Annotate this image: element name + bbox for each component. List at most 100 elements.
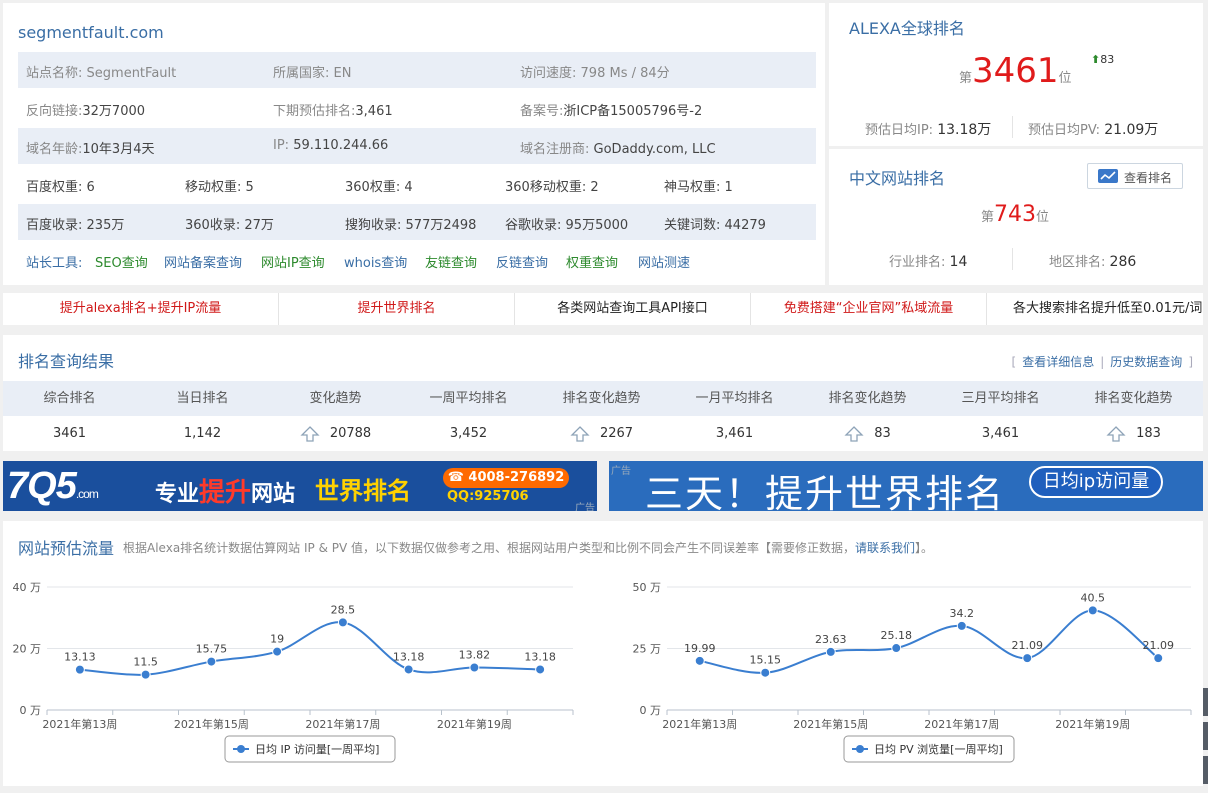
ip-value[interactable]: 59.110.244.66 <box>293 138 388 153</box>
weights-row: 百度权重: 6 移动权重: 5 360权重: 4 360移动权重: 2 神马权重… <box>18 166 816 202</box>
banner-slogan-rank: 世界排名 <box>315 477 411 505</box>
x-tick-label: 2021年第17周 <box>924 717 999 731</box>
banner-slogan-b: 网站 <box>251 482 296 507</box>
banner-slogan-highlight: 提升 <box>199 478 252 508</box>
ad-link-bar: 提升alexa排名+提升IP流量 提升世界排名 各类网站查询工具API接口 免费… <box>3 293 1203 325</box>
alexa-change: ⬆83 <box>1091 53 1114 66</box>
icp-value[interactable]: 浙ICP备15005796号-2 <box>563 104 702 119</box>
ad-link[interactable]: 各类网站查询工具API接口 <box>515 293 751 325</box>
up-arrow-icon: ⬆ <box>1091 53 1101 66</box>
site-info-panel: segmentfault.com 站点名称: SegmentFault 所属国家… <box>3 3 825 285</box>
ad-link[interactable]: 免费搭建“企业官网”私域流量 <box>751 293 987 325</box>
industry-rank-value: 14 <box>949 254 968 270</box>
cn-rank-title: 中文网站排名 <box>849 169 946 188</box>
data-point <box>337 617 348 628</box>
ad-link[interactable]: 提升世界排名 <box>279 293 515 325</box>
alexa-change-value: 83 <box>1100 53 1115 66</box>
info-row: 反向链接:32万7000 下期预估排名:3,461 备案号:浙ICP备15005… <box>18 90 816 126</box>
weight-label: 360权重: <box>345 180 401 195</box>
side-scroll-tab[interactable] <box>1203 722 1208 750</box>
history-data-link[interactable]: 历史数据查询 <box>1110 355 1182 369</box>
rank-header-cell: 当日排名 <box>176 391 229 406</box>
tool-link-speedtest[interactable]: 网站测速 <box>638 252 690 271</box>
index-label: 关键词数: <box>664 218 721 233</box>
region-rank: 地区排名: 286 <box>1049 251 1136 270</box>
next-rank-label: 下期预估排名: <box>273 104 356 119</box>
cn-rank: 第743位 <box>981 202 1049 227</box>
country-value: EN <box>333 66 352 81</box>
alexa-title: ALEXA全球排名 <box>849 19 965 38</box>
view-rank-button[interactable]: 查看排名 <box>1087 163 1183 189</box>
index-label: 搜狗收录: <box>345 218 402 233</box>
icp-label: 备案号: <box>520 104 564 119</box>
banner-headline: 三天！提升世界排名 <box>645 472 1006 511</box>
ad-link[interactable]: 提升alexa排名+提升IP流量 <box>3 293 279 325</box>
ad-link[interactable]: 各大搜索排名提升低至0.01元/词 <box>987 293 1203 325</box>
up-arrow-icon <box>300 425 320 442</box>
banner-slogan: 专业提升网站 <box>155 472 295 509</box>
rank-header-cell: 三月平均排名 <box>961 391 1040 406</box>
view-detail-link[interactable]: 查看详细信息 <box>1022 355 1094 369</box>
traffic-title: 网站预估流量 <box>18 539 115 558</box>
ad-tag: 广告 <box>575 503 595 511</box>
legend-label: 日均 IP 访问量[一周平均] <box>255 743 379 756</box>
indexes-row: 百度收录: 235万 360收录: 27万 搜狗收录: 577万2498 谷歌收… <box>18 204 816 240</box>
tool-link-icp[interactable]: 网站备案查询 <box>164 252 242 271</box>
x-tick-label: 2021年第19周 <box>1055 717 1130 731</box>
weight-label: 360移动权重: <box>505 180 587 195</box>
x-tick-label: 2021年第15周 <box>793 717 868 731</box>
data-point <box>469 662 480 673</box>
index-label: 谷歌收录: <box>505 218 562 233</box>
tool-link-weight[interactable]: 权重查询 <box>566 252 618 271</box>
tool-link-ip[interactable]: 网站IP查询 <box>261 252 325 271</box>
trend-cell: 83 <box>801 416 934 451</box>
est-ip-value: 13.18万 <box>937 122 992 138</box>
tool-link-friendlinks[interactable]: 友链查询 <box>425 252 477 271</box>
tool-link-whois[interactable]: whois查询 <box>344 252 407 271</box>
y-tick-label: 0 万 <box>20 704 42 717</box>
ad-banner-right[interactable]: 广告 三天！提升世界排名 日均ip访问量 <box>609 461 1203 511</box>
index-value: 44279 <box>724 218 766 233</box>
alexa-rank-number: 3461 <box>972 51 1059 91</box>
data-point <box>1087 605 1098 616</box>
tool-link-backlinks[interactable]: 反链查询 <box>496 252 548 271</box>
contact-us-link[interactable]: 请联系我们 <box>855 541 915 555</box>
tool-link-seo[interactable]: SEO查询 <box>95 252 148 271</box>
site-domain-title[interactable]: segmentfault.com <box>18 23 164 42</box>
data-label: 11.5 <box>133 656 158 669</box>
rank-cell: 3,461 <box>981 426 1020 441</box>
data-label: 13.18 <box>393 650 425 663</box>
rank-result-links: [查看详细信息 | 历史数据查询] <box>1011 355 1193 369</box>
next-rank-value: 3,461 <box>355 104 393 119</box>
domain-age-value: 10年3月4天 <box>82 142 155 157</box>
x-tick-label: 2021年第13周 <box>42 717 117 731</box>
ip-traffic-chart: 0 万 20 万 40 万 2021年第13周 2021年第15周 2021年第17周 20… <box>13 581 574 763</box>
site-name-value: SegmentFault <box>86 66 177 81</box>
est-ip-label: 预估日均IP: <box>865 123 934 138</box>
side-scroll-tab[interactable] <box>1203 756 1208 784</box>
cn-rank-panel: 中文网站排名 查看排名 第743位 行业排名: 14 地区排名: 286 <box>829 149 1203 285</box>
y-tick-label: 25 万 <box>633 643 662 656</box>
index-value: 27万 <box>244 218 274 233</box>
rank-header-cell: 综合排名 <box>43 391 96 406</box>
rank-header-cell: 一月平均排名 <box>695 391 774 406</box>
side-scroll-tab[interactable] <box>1203 688 1208 716</box>
alexa-rank-panel: ALEXA全球排名 第3461位 ⬆83 预估日均IP: 13.18万 预估日均… <box>829 3 1203 146</box>
data-label: 13.13 <box>64 651 96 664</box>
banner-phone: ☎ 4008-276892 <box>443 468 569 488</box>
rank-prefix: 第 <box>959 71 973 86</box>
trend-value: 2267 <box>599 426 634 441</box>
rank-header-cell: 排名变化趋势 <box>1094 391 1173 406</box>
data-point <box>140 669 151 680</box>
y-tick-label: 20 万 <box>13 643 42 656</box>
weight-value: 1 <box>724 180 733 195</box>
ad-banner-left[interactable]: 7Q5.com 专业提升网站 世界排名 ☎ 4008-276892 QQ:925… <box>3 461 597 511</box>
data-point <box>825 646 836 657</box>
backlinks-label: 反向链接: <box>26 104 83 119</box>
rank-result-panel: 排名查询结果 [查看详细信息 | 历史数据查询] 综合排名 当日排名 变化趋势 一周… <box>3 335 1203 451</box>
legend-marker <box>856 745 864 753</box>
data-label: 40.5 <box>1081 591 1106 604</box>
registrar-value: GoDaddy.com, LLC <box>593 142 716 157</box>
rank-header-cell: 变化趋势 <box>309 391 362 406</box>
trend-cell: 2267 <box>535 416 668 451</box>
